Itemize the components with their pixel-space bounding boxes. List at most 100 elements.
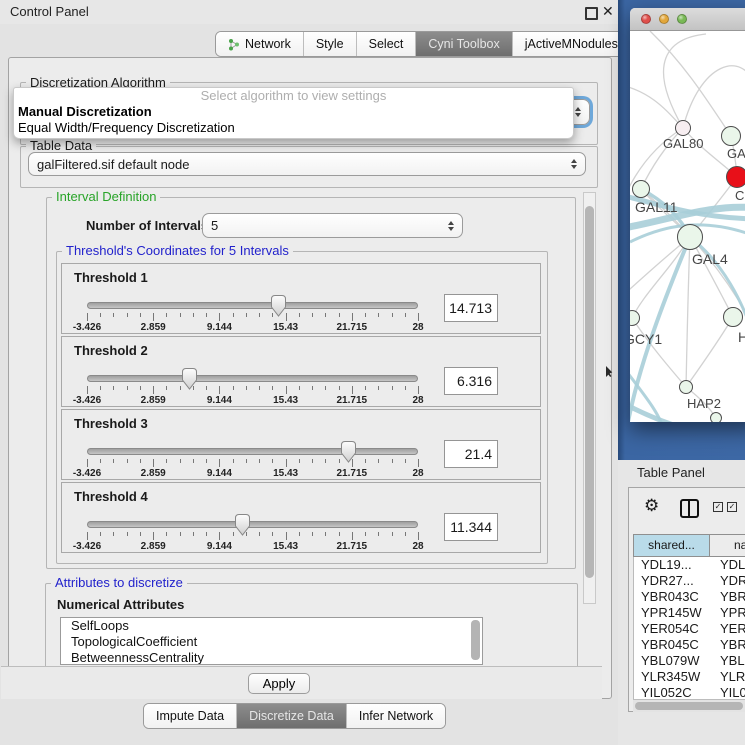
tick-label: 15.43 — [273, 541, 298, 552]
apply-button[interactable]: Apply — [248, 673, 310, 694]
network-window[interactable]: GAL80GACGAL11GAL4GCY1HHAP2 — [630, 8, 745, 422]
tick-mark — [166, 386, 167, 390]
tick-mark — [405, 532, 406, 536]
tab-jactivemnodules[interactable]: jActiveMNodules — [513, 32, 630, 56]
slider-track[interactable] — [87, 521, 418, 528]
panel-scrollbar-thumb[interactable] — [585, 206, 594, 578]
slider-track[interactable] — [87, 375, 418, 382]
zoom-traffic-light[interactable] — [677, 14, 687, 24]
panel-scrollbar[interactable] — [583, 192, 596, 604]
tick-mark — [392, 313, 393, 317]
slider-track[interactable] — [87, 448, 418, 455]
threshold-slider[interactable]: -3.4262.8599.14415.4321.71528 — [87, 448, 418, 480]
table-row[interactable]: YBR045CYBR0 — [634, 637, 745, 653]
table-row[interactable]: YLR345WYLR3 — [634, 669, 745, 685]
network-node-gal4[interactable] — [677, 224, 703, 250]
slider-handle[interactable] — [181, 367, 198, 391]
attribute-item[interactable]: TopologicalCoefficient — [61, 634, 482, 650]
tick-mark — [378, 386, 379, 390]
column-header-name[interactable]: na — [710, 534, 745, 557]
attribute-item[interactable]: SelfLoops — [61, 618, 482, 634]
tab-select[interactable]: Select — [357, 32, 417, 56]
close-traffic-light[interactable] — [641, 14, 651, 24]
network-node-gal11[interactable] — [632, 180, 650, 198]
attribute-item[interactable]: BetweennessCentrality — [61, 650, 482, 665]
tab-network[interactable]: Network — [216, 32, 304, 56]
mode-tab-discretize-data[interactable]: Discretize Data — [237, 704, 347, 728]
split-columns-icon[interactable] — [680, 499, 699, 518]
network-node-h[interactable] — [723, 307, 743, 327]
cell-shared-name: YDR27... — [634, 573, 715, 589]
threshold-value-field[interactable]: 6.316 — [444, 367, 498, 395]
mode-tab-impute-data[interactable]: Impute Data — [144, 704, 237, 728]
network-node-ga[interactable] — [721, 126, 741, 146]
tick-mark — [219, 532, 220, 540]
tab-style[interactable]: Style — [304, 32, 357, 56]
tick-label: 28 — [412, 541, 423, 552]
tab-cyni-toolbox[interactable]: Cyni Toolbox — [416, 32, 512, 56]
column-header-shared-name[interactable]: shared... — [633, 534, 710, 557]
table-row[interactable]: YPR145WYPR1 — [634, 605, 745, 621]
select-none-icon[interactable]: ✓ — [727, 502, 737, 512]
tick-mark — [219, 313, 220, 321]
tick-mark — [418, 532, 419, 540]
table-row[interactable]: YER054CYER0 — [634, 621, 745, 637]
tick-label: 2.859 — [141, 395, 166, 406]
list-scrollbar[interactable] — [471, 620, 480, 660]
threshold-slider[interactable]: -3.4262.8599.14415.4321.71528 — [87, 375, 418, 407]
tick-mark — [246, 313, 247, 317]
mode-tab-infer-network[interactable]: Infer Network — [347, 704, 445, 728]
minimize-traffic-light[interactable] — [659, 14, 669, 24]
tick-mark — [180, 532, 181, 536]
slider-scale: -3.4262.8599.14415.4321.71528 — [87, 532, 418, 554]
table-hscrollbar-thumb[interactable] — [635, 702, 743, 710]
cyni-mode-tabs: Impute Data Discretize DataInfer Network — [143, 703, 446, 729]
table-hscrollbar[interactable] — [633, 699, 745, 712]
threshold-slider[interactable]: -3.4262.8599.14415.4321.71528 — [87, 521, 418, 553]
tick-label: -3.426 — [73, 541, 101, 552]
tick-mark — [180, 459, 181, 463]
network-node-gal80[interactable] — [675, 120, 691, 136]
tick-mark — [325, 313, 326, 317]
mode-tab-label: Impute Data — [156, 709, 224, 723]
network-canvas[interactable]: GAL80GACGAL11GAL4GCY1HHAP2 — [630, 31, 745, 422]
threshold-slider[interactable]: -3.4262.8599.14415.4321.71528 — [87, 302, 418, 334]
network-node-c[interactable] — [726, 166, 745, 188]
tick-mark — [392, 459, 393, 463]
table-row[interactable]: YBR043CYBR0 — [634, 589, 745, 605]
tick-mark — [219, 386, 220, 394]
tick-mark — [113, 459, 114, 463]
table-row[interactable]: YBL079WYBL0 — [634, 653, 745, 669]
slider-track[interactable] — [87, 302, 418, 309]
slider-handle[interactable] — [340, 440, 357, 464]
num-intervals-select[interactable]: 5 — [202, 213, 463, 238]
network-node-hap2[interactable] — [679, 380, 693, 394]
tick-mark — [140, 459, 141, 463]
dropdown-option-equal-width[interactable]: Equal Width/Frequency Discretization — [14, 120, 573, 136]
threshold-value-field[interactable]: 14.713 — [444, 294, 498, 322]
numerical-attributes-list[interactable]: SelfLoopsTopologicalCoefficientBetweenne… — [60, 617, 483, 665]
table-rows[interactable]: YDL19...YDL1YDR27...YDR2YBR043CYBR0YPR14… — [633, 557, 745, 699]
threshold-value-field[interactable]: 21.4 — [444, 440, 498, 468]
tick-mark — [233, 459, 234, 463]
network-node[interactable] — [710, 412, 722, 422]
network-window-titlebar[interactable] — [630, 8, 745, 31]
dropdown-option-manual[interactable]: Manual Discretization — [14, 104, 573, 120]
threshold-value-field[interactable]: 11.344 — [444, 513, 498, 541]
float-window-icon[interactable] — [585, 7, 598, 20]
gear-icon[interactable]: ⚙ — [644, 497, 659, 514]
node-label: GCY1 — [630, 331, 662, 347]
close-icon[interactable]: ✕ — [602, 3, 614, 20]
table-row[interactable]: YDR27...YDR2 — [634, 573, 745, 589]
cell-shared-name: YBL079W — [634, 653, 715, 669]
table-data-select[interactable]: galFiltered.sif default node — [28, 152, 586, 176]
slider-handle[interactable] — [234, 513, 251, 537]
select-all-icon[interactable]: ✓ — [713, 502, 723, 512]
slider-handle[interactable] — [270, 294, 287, 318]
control-panel-titlebar: Control Panel ✕ — [0, 0, 618, 24]
tick-label: 2.859 — [141, 322, 166, 333]
table-row[interactable]: YIL052CYIL0 — [634, 685, 745, 699]
tick-mark — [339, 386, 340, 390]
combo-arrows-icon — [575, 107, 581, 117]
table-row[interactable]: YDL19...YDL1 — [634, 557, 745, 573]
